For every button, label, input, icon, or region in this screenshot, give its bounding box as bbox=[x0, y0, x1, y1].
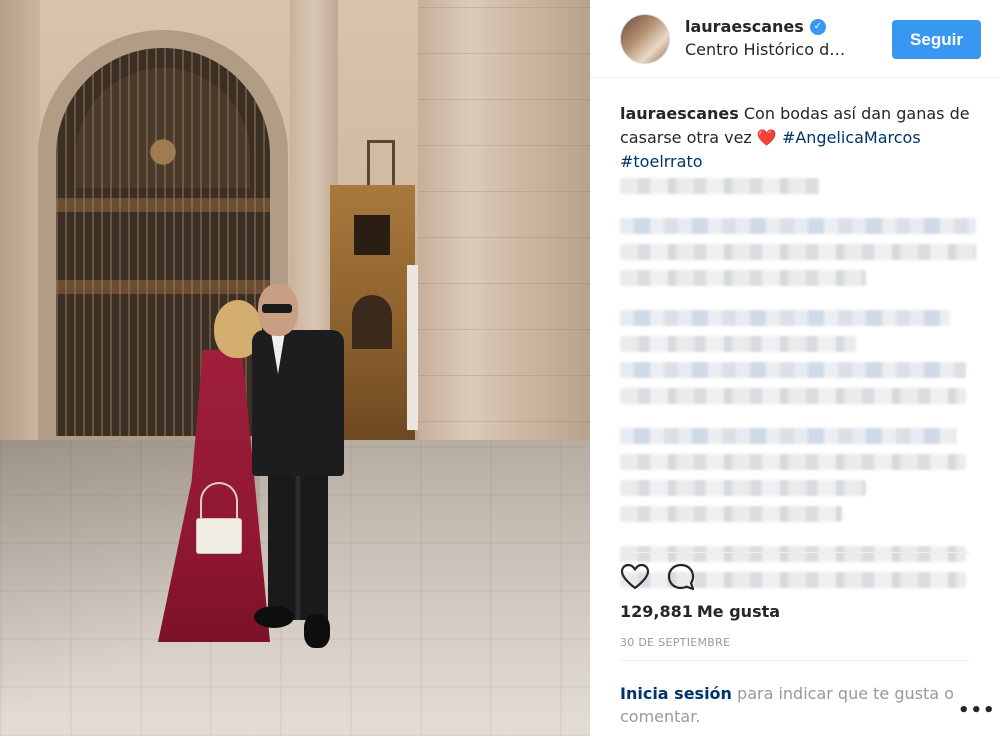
altar-painting bbox=[354, 215, 390, 255]
more-options-icon[interactable]: ••• bbox=[958, 700, 996, 721]
caption-username[interactable]: lauraescanes bbox=[620, 104, 739, 123]
username-link[interactable]: lauraescanes bbox=[685, 17, 804, 36]
verified-badge-icon: ✓ bbox=[809, 18, 826, 35]
altar-niche bbox=[352, 295, 392, 349]
sunglasses bbox=[262, 304, 292, 313]
blurred-comment-line bbox=[620, 428, 956, 444]
blurred-comment-line bbox=[620, 336, 856, 352]
likes-number: 129,881 bbox=[620, 602, 693, 621]
heart-emoji: ❤️ bbox=[756, 128, 777, 147]
post-actions bbox=[620, 562, 696, 592]
post-header: lauraescanes ✓ Centro Histórico d… Segui… bbox=[590, 0, 1000, 78]
blurred-comment-line bbox=[620, 506, 842, 522]
hashtag-link[interactable]: #AngelicaMarcos bbox=[782, 128, 921, 147]
login-prompt: Inicia sesión para indicar que te gusta … bbox=[620, 682, 960, 728]
divider bbox=[620, 552, 970, 553]
blurred-comment-line bbox=[620, 270, 866, 286]
shoe-left bbox=[254, 606, 294, 628]
handbag-strap bbox=[200, 482, 238, 522]
blurred-comment-line bbox=[620, 310, 950, 326]
blurred-comment-line bbox=[620, 178, 820, 194]
blurred-comment-line bbox=[620, 218, 976, 234]
blurred-comments bbox=[620, 178, 976, 598]
blurred-comment-line bbox=[620, 454, 966, 470]
post-caption: lauraescanes Con bodas así dan ganas de … bbox=[620, 102, 980, 174]
follow-button[interactable]: Seguir bbox=[892, 20, 981, 59]
hashtag-link[interactable]: #toelrrato bbox=[620, 152, 703, 171]
white-handbag bbox=[196, 518, 242, 554]
login-link[interactable]: Inicia sesión bbox=[620, 684, 732, 703]
likes-count[interactable]: 129,881 Me gusta bbox=[620, 602, 780, 621]
blurred-comment-line bbox=[620, 244, 976, 260]
man-legs bbox=[268, 470, 328, 620]
location-link[interactable]: Centro Histórico d… bbox=[685, 40, 845, 59]
comment-bubble-icon[interactable] bbox=[666, 562, 696, 592]
likes-label: Me gusta bbox=[696, 602, 781, 621]
post-side-panel: lauraescanes ✓ Centro Histórico d… Segui… bbox=[590, 0, 1000, 736]
blurred-comment-line bbox=[620, 388, 966, 404]
username-row: lauraescanes ✓ bbox=[685, 17, 826, 36]
post-date[interactable]: 30 DE SEPTIEMBRE bbox=[620, 636, 730, 649]
black-suit bbox=[252, 330, 344, 476]
heart-outline-icon[interactable] bbox=[620, 562, 650, 592]
blurred-comment-line bbox=[620, 480, 866, 496]
post-photo[interactable] bbox=[0, 0, 590, 736]
stone-pillar-left bbox=[0, 0, 40, 440]
blurred-comment-line bbox=[620, 546, 966, 562]
altar-cross bbox=[367, 140, 395, 186]
divider bbox=[620, 660, 970, 661]
blurred-comment-line bbox=[620, 362, 966, 378]
shoe-right bbox=[304, 614, 330, 648]
avatar[interactable] bbox=[620, 14, 670, 64]
